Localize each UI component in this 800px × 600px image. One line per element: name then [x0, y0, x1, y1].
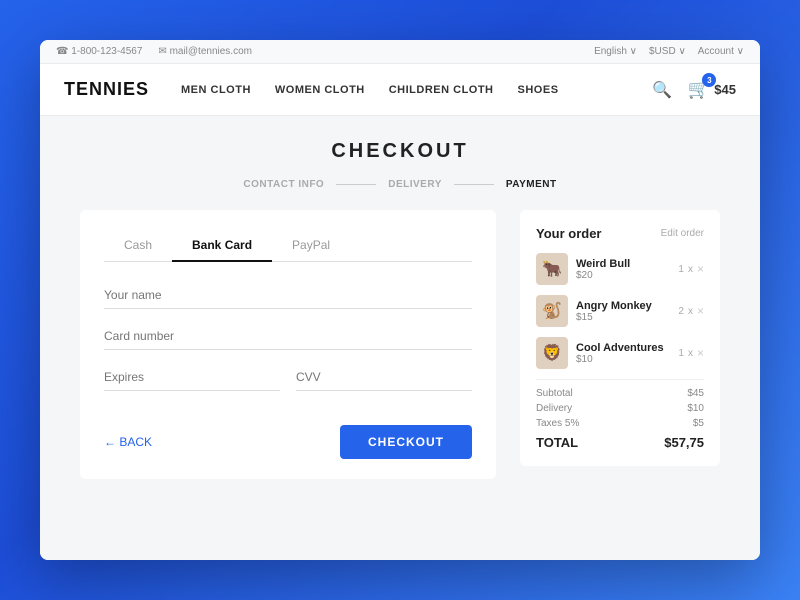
payment-tabs: Cash Bank Card PayPal [104, 230, 472, 262]
browser-window: ☎ 1-800-123-4567 ✉ mail@tennies.com Engl… [40, 40, 760, 560]
top-bar: ☎ 1-800-123-4567 ✉ mail@tennies.com Engl… [40, 40, 760, 64]
item-thumb-2: 🐒 [536, 295, 568, 327]
step-divider-2 [454, 184, 494, 185]
item-info-1: Weird Bull $20 [576, 258, 670, 281]
item-qty-1: 1 [678, 264, 684, 275]
tab-cash[interactable]: Cash [104, 230, 172, 262]
item-qty-unit-1: x [688, 264, 693, 275]
nav-men-cloth[interactable]: MEN CLOTH [181, 84, 251, 96]
back-button[interactable]: ← BACK [104, 435, 152, 449]
phone-label: ☎ 1-800-123-4567 [56, 46, 142, 57]
tab-bank-card[interactable]: Bank Card [172, 230, 272, 262]
total-label: TOTAL [536, 435, 578, 450]
item-qty-remove-2: 2 x × [678, 304, 704, 318]
item-qty-unit-2: x [688, 306, 693, 317]
item-name-3: Cool Adventures [576, 342, 670, 354]
language-selector[interactable]: English ∨ [594, 46, 637, 57]
total-value: $57,75 [664, 435, 704, 450]
edit-order-link[interactable]: Edit order [661, 228, 704, 239]
item-info-2: Angry Monkey $15 [576, 300, 670, 323]
item-price-1: $20 [576, 270, 670, 281]
remove-item-3[interactable]: × [697, 346, 704, 360]
delivery-line: Delivery $10 [536, 403, 704, 414]
order-title: Your order [536, 226, 602, 241]
taxes-line: Taxes 5% $5 [536, 418, 704, 429]
item-name-1: Weird Bull [576, 258, 670, 270]
search-icon[interactable]: 🔍 [652, 80, 672, 100]
order-summary: Your order Edit order 🐂 Weird Bull $20 1… [520, 210, 720, 466]
item-thumb-3: 🦁 [536, 337, 568, 369]
item-qty-unit-3: x [688, 348, 693, 359]
nav-women-cloth[interactable]: WOMEN CLOTH [275, 84, 365, 96]
card-input[interactable] [104, 323, 472, 350]
cvv-field-group [296, 364, 472, 391]
cart-amount: $45 [714, 82, 736, 97]
subtotal-label: Subtotal [536, 388, 573, 399]
brand-logo: TENNIES [64, 79, 149, 100]
taxes-value: $5 [693, 418, 704, 429]
cart-button[interactable]: 🛒 3 $45 [688, 79, 736, 100]
item-price-3: $10 [576, 354, 670, 365]
nav-right: 🔍 🛒 3 $45 [652, 79, 736, 100]
item-price-2: $15 [576, 312, 670, 323]
currency-selector[interactable]: $USD ∨ [649, 46, 686, 57]
item-thumb-1: 🐂 [536, 253, 568, 285]
navbar: TENNIES MEN CLOTH WOMEN CLOTH CHILDREN C… [40, 64, 760, 116]
form-actions: ← BACK CHECKOUT [104, 425, 472, 459]
expires-field-group [104, 364, 280, 391]
checkout-layout: Cash Bank Card PayPal [80, 210, 720, 479]
email-label: ✉ mail@tennies.com [158, 46, 252, 57]
subtotal-value: $45 [687, 388, 704, 399]
delivery-value: $10 [687, 403, 704, 414]
name-input[interactable] [104, 282, 472, 309]
delivery-label: Delivery [536, 403, 572, 414]
nav-links: MEN CLOTH WOMEN CLOTH CHILDREN CLOTH SHO… [181, 84, 652, 96]
item-qty-remove-1: 1 x × [678, 262, 704, 276]
item-qty-remove-3: 1 x × [678, 346, 704, 360]
remove-item-2[interactable]: × [697, 304, 704, 318]
tab-paypal[interactable]: PayPal [272, 230, 350, 262]
expiry-cvv-row [104, 364, 472, 405]
step-contact: CONTACT INFO [231, 179, 336, 190]
nav-children-cloth[interactable]: CHILDREN CLOTH [389, 84, 494, 96]
step-delivery: DELIVERY [376, 179, 454, 190]
step-divider-1 [336, 184, 376, 185]
remove-item-1[interactable]: × [697, 262, 704, 276]
account-menu[interactable]: Account ∨ [698, 46, 744, 57]
total-line: TOTAL $57,75 [536, 435, 704, 450]
order-divider [536, 379, 704, 380]
checkout-button[interactable]: CHECKOUT [340, 425, 472, 459]
nav-shoes[interactable]: SHOES [518, 84, 559, 96]
payment-form-area: Cash Bank Card PayPal [80, 210, 496, 479]
item-name-2: Angry Monkey [576, 300, 670, 312]
main-content: CHECKOUT CONTACT INFO DELIVERY PAYMENT C… [40, 116, 760, 560]
item-info-3: Cool Adventures $10 [576, 342, 670, 365]
expires-input[interactable] [104, 364, 280, 391]
cvv-input[interactable] [296, 364, 472, 391]
item-qty-2: 2 [678, 306, 684, 317]
order-item-1: 🐂 Weird Bull $20 1 x × [536, 253, 704, 285]
page-title: CHECKOUT [80, 140, 720, 163]
name-field-group [104, 282, 472, 309]
taxes-label: Taxes 5% [536, 418, 579, 429]
item-qty-3: 1 [678, 348, 684, 359]
order-item-2: 🐒 Angry Monkey $15 2 x × [536, 295, 704, 327]
step-payment: PAYMENT [494, 179, 569, 190]
order-header: Your order Edit order [536, 226, 704, 241]
subtotal-line: Subtotal $45 [536, 388, 704, 399]
order-item-3: 🦁 Cool Adventures $10 1 x × [536, 337, 704, 369]
checkout-steps: CONTACT INFO DELIVERY PAYMENT [80, 179, 720, 190]
card-field-group [104, 323, 472, 350]
